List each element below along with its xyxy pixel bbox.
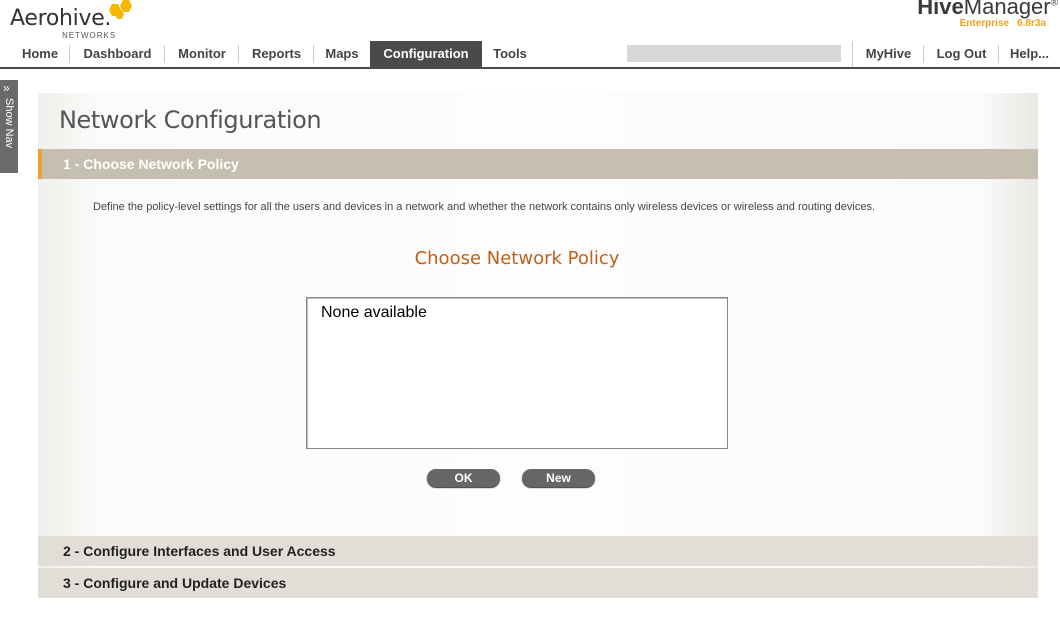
- nav-monitor[interactable]: Monitor: [165, 41, 239, 67]
- aerohive-logo: Aerohive. NETWORKS: [10, 0, 150, 42]
- ok-button[interactable]: OK: [427, 469, 500, 487]
- nav-myhive[interactable]: MyHive: [852, 41, 924, 67]
- nav-reports[interactable]: Reports: [239, 41, 314, 67]
- nav-configuration[interactable]: Configuration: [370, 41, 482, 67]
- step-3-header[interactable]: 3 - Configure and Update Devices: [38, 568, 1038, 598]
- logo-text: Aerohive.: [10, 6, 112, 31]
- edition-label: Enterprise: [959, 18, 1010, 29]
- step-2-label: 2 - Configure Interfaces and User Access: [63, 543, 336, 559]
- nav-help[interactable]: Help...: [999, 41, 1060, 67]
- network-policy-list[interactable]: None available: [306, 297, 728, 449]
- nav-home[interactable]: Home: [10, 41, 70, 67]
- step-2-header[interactable]: 2 - Configure Interfaces and User Access: [38, 536, 1038, 566]
- nav-logout[interactable]: Log Out: [924, 41, 999, 67]
- double-chevron-right-icon: »: [3, 81, 10, 95]
- logo-subtext: NETWORKS: [62, 31, 117, 40]
- brand-rest: Manager: [963, 0, 1051, 19]
- brand-registered: ®: [1050, 0, 1058, 9]
- brand-edition: Enterprise 6.8r3a: [960, 18, 1046, 29]
- step-3-label: 3 - Configure and Update Devices: [63, 575, 287, 591]
- list-item[interactable]: None available: [321, 304, 427, 322]
- page-title: Network Configuration: [59, 106, 322, 134]
- nav-tools[interactable]: Tools: [482, 41, 538, 67]
- main-nav: Home Dashboard Monitor Reports Maps Conf…: [0, 41, 1060, 69]
- nav-maps[interactable]: Maps: [314, 41, 370, 67]
- choose-policy-title: Choose Network Policy: [414, 248, 620, 269]
- step-1-header[interactable]: 1 - Choose Network Policy: [38, 149, 1038, 179]
- brand-bold: Hive: [917, 0, 964, 19]
- step-1-description: Define the policy-level settings for all…: [93, 201, 876, 213]
- network-configuration-panel: Network Configuration 1 - Choose Network…: [38, 93, 1038, 598]
- nav-dashboard[interactable]: Dashboard: [70, 41, 165, 67]
- version-label: 6.8r3a: [1017, 18, 1046, 29]
- new-button[interactable]: New: [522, 469, 595, 487]
- show-nav-toggle[interactable]: » Show Nav: [0, 80, 18, 173]
- product-brand: HiveManager®: [917, 0, 1058, 20]
- step-1-label: 1 - Choose Network Policy: [63, 156, 239, 172]
- nav-search-bar[interactable]: [627, 45, 841, 62]
- show-nav-label: Show Nav: [3, 98, 15, 149]
